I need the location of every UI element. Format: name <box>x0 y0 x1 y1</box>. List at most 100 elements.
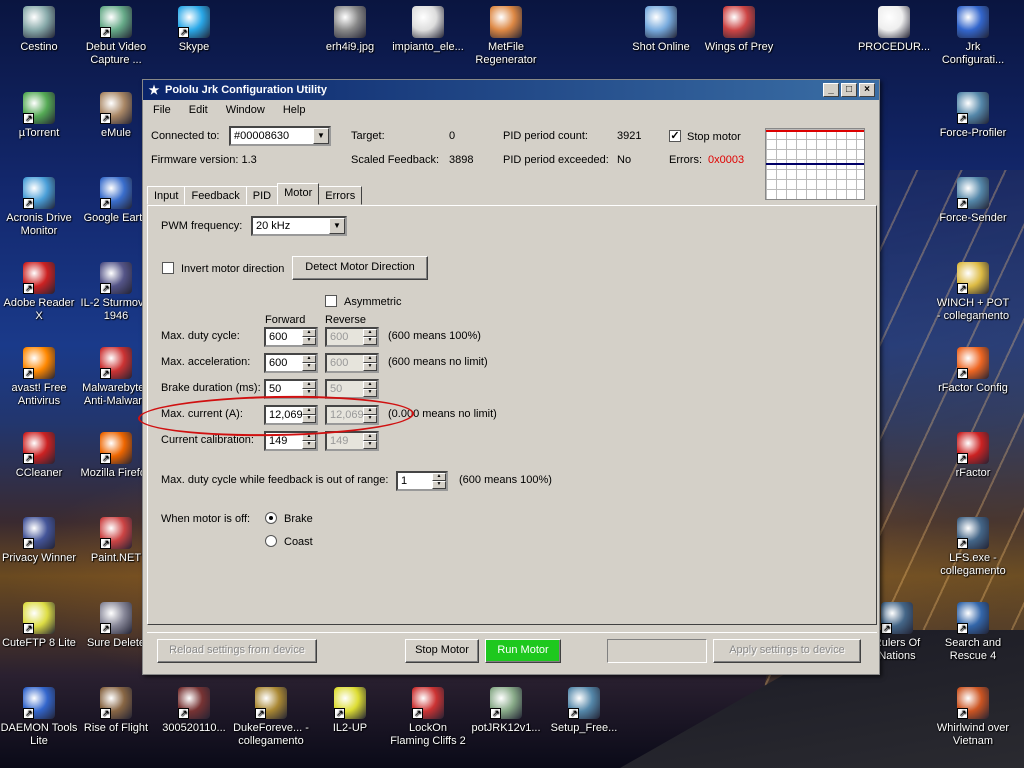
app-icon <box>490 6 522 38</box>
desktop-icon-potjrk12v1[interactable]: ↗ potJRK12v1... <box>467 687 545 735</box>
desktop-icon-force-profiler[interactable]: ↗ Force-Profiler <box>934 92 1012 140</box>
coast-radio[interactable] <box>265 535 277 547</box>
desktop-icon-avast-free-antivirus[interactable]: ↗ avast! Free Antivirus <box>0 347 78 408</box>
run-motor-button[interactable]: Run Motor <box>485 639 561 663</box>
brake-radio[interactable] <box>265 512 277 524</box>
desktop-icon-il2-up[interactable]: ↗ IL2-UP <box>311 687 389 735</box>
desktop-icon-cestino[interactable]: Cestino <box>0 6 78 54</box>
desktop-icon-skype[interactable]: ↗ Skype <box>155 6 233 54</box>
tab-pid[interactable]: PID <box>245 186 279 205</box>
desktop-icon-jrk-configurati[interactable]: Jrk Configurati... <box>934 6 1012 67</box>
motor-row-label: Max. acceleration: <box>161 356 251 368</box>
app-icon <box>957 6 989 38</box>
desktop-icon-debut-video-capture[interactable]: ↗ Debut Video Capture ... <box>77 6 155 67</box>
reload-settings-button[interactable]: Reload settings from device <box>157 639 317 663</box>
feedback-range-input[interactable]: 1 ▲ ▼ <box>396 471 448 491</box>
spinner-arrows[interactable]: ▲ ▼ <box>432 473 446 489</box>
desktop-icon-acronis-drive-monitor[interactable]: ↗ Acronis Drive Monitor <box>0 177 78 238</box>
desktop-icon-label: Search and Rescue 4 <box>944 637 1002 662</box>
shortcut-arrow-icon: ↗ <box>881 623 892 634</box>
menu-file[interactable]: File <box>153 104 171 116</box>
desktop-icon-privacy-winner[interactable]: ↗ Privacy Winner <box>0 517 78 565</box>
forward-header: Forward <box>265 314 306 326</box>
apply-settings-button[interactable]: Apply settings to device <box>713 639 861 663</box>
desktop-icon-label: Shot Online <box>632 41 690 53</box>
motor-reverse-input[interactable]: 149 ▲ ▼ <box>325 431 379 451</box>
spinner-arrows[interactable]: ▲ ▼ <box>363 355 377 371</box>
desktop-icon-label: rFactor <box>955 467 991 479</box>
shortcut-arrow-icon: ↗ <box>334 708 345 719</box>
spinner-arrows[interactable]: ▲ ▼ <box>302 329 316 345</box>
shortcut-arrow-icon: ↗ <box>100 538 111 549</box>
motor-forward-input[interactable]: 600 ▲ ▼ <box>264 353 318 373</box>
motor-reverse-input[interactable]: 600 ▲ ▼ <box>325 353 379 373</box>
menu-window[interactable]: Window <box>226 104 265 116</box>
desktop-icon-ccleaner[interactable]: ↗ CCleaner <box>0 432 78 480</box>
tab-input[interactable]: Input <box>147 186 186 205</box>
app-icon <box>645 6 677 38</box>
shortcut-arrow-icon: ↗ <box>100 623 111 634</box>
desktop-icon-force-sender[interactable]: ↗ Force-Sender <box>934 177 1012 225</box>
spinner-arrows[interactable]: ▲ ▼ <box>302 355 316 371</box>
spinner-arrows[interactable]: ▲ ▼ <box>302 433 316 449</box>
motor-forward-input[interactable]: 600 ▲ ▼ <box>264 327 318 347</box>
desktop-icon-winch-pot-collegamento[interactable]: ↗ WINCH + POT - collegamento <box>934 262 1012 323</box>
desktop-icon-daemon-tools-lite[interactable]: ↗ DAEMON Tools Lite <box>0 687 78 748</box>
app-icon <box>23 6 55 38</box>
minimize-button[interactable]: _ <box>823 83 839 97</box>
desktop-icon-rise-of-flight[interactable]: ↗ Rise of Flight <box>77 687 155 735</box>
app-icon: ↗ <box>23 347 55 379</box>
desktop-icon-lockon-flaming-cliffs-2[interactable]: ↗ LockOn Flaming Cliffs 2 <box>389 687 467 748</box>
desktop-icon-shot-online[interactable]: Shot Online <box>622 6 700 54</box>
invert-direction-checkbox[interactable] <box>162 262 174 274</box>
shortcut-arrow-icon: ↗ <box>490 708 501 719</box>
desktop-icon-rfactor-config[interactable]: ↗ rFactor Config <box>934 347 1012 395</box>
spinner-arrows[interactable]: ▲ ▼ <box>302 381 316 397</box>
detect-direction-button[interactable]: Detect Motor Direction <box>292 256 428 280</box>
desktop-icon-label: 300520110... <box>162 722 226 734</box>
desktop-icon-adobe-reader-x[interactable]: ↗ Adobe Reader X <box>0 262 78 323</box>
stop-motor-checkbox[interactable]: ✓ <box>669 130 681 142</box>
desktop-icon-dukeforeve-collegamento[interactable]: ↗ DukeForeve... - collegamento <box>232 687 310 748</box>
motor-reverse-value: 600 <box>330 357 349 369</box>
pwm-select[interactable]: 20 kHz ▼ <box>251 216 347 236</box>
device-select-value: #00008630 <box>234 130 290 142</box>
tab-motor[interactable]: Motor <box>277 183 320 205</box>
stop-motor-button[interactable]: Stop Motor <box>405 639 479 663</box>
desktop-icon-cuteftp-8-lite[interactable]: ↗ CuteFTP 8 Lite <box>0 602 78 650</box>
desktop-icon-label: avast! Free Antivirus <box>11 382 67 407</box>
menu-edit[interactable]: Edit <box>189 104 208 116</box>
asymmetric-checkbox[interactable] <box>325 295 337 307</box>
spinner-arrows[interactable]: ▲ ▼ <box>363 329 377 345</box>
spinner-arrows[interactable]: ▲ ▼ <box>363 433 377 449</box>
feedback-range-note: (600 means 100%) <box>459 474 552 486</box>
desktop-icon-procedur[interactable]: PROCEDUR... <box>855 6 933 54</box>
desktop-icon-300520110[interactable]: ↗ 300520110... <box>155 687 233 735</box>
tab-errors[interactable]: Errors <box>318 186 363 205</box>
desktop-icon-lfs-exe-collegamento[interactable]: ↗ LFS.exe - collegamento <box>934 517 1012 578</box>
app-icon: ↗ <box>100 262 132 294</box>
tab-feedback[interactable]: Feedback <box>184 186 247 205</box>
close-button[interactable]: × <box>859 83 875 97</box>
spinner-arrows[interactable]: ▲ ▼ <box>363 381 377 397</box>
desktop-icon-erh4i9-jpg[interactable]: erh4i9.jpg <box>311 6 389 54</box>
shortcut-arrow-icon: ↗ <box>100 113 111 124</box>
desktop-icon-torrent[interactable]: ↗ µTorrent <box>0 92 78 140</box>
chevron-down-icon[interactable]: ▼ <box>329 218 345 234</box>
chevron-down-icon[interactable]: ▼ <box>313 128 329 144</box>
desktop-icon-impianto-ele[interactable]: impianto_ele... <box>389 6 467 54</box>
app-icon: ↗ <box>957 517 989 549</box>
desktop-icon-wings-of-prey[interactable]: Wings of Prey <box>700 6 778 54</box>
desktop-icon-rfactor[interactable]: ↗ rFactor <box>934 432 1012 480</box>
motor-reverse-input[interactable]: 600 ▲ ▼ <box>325 327 379 347</box>
maximize-button[interactable]: □ <box>841 83 857 97</box>
desktop-icon-whirlwind-over-vietnam[interactable]: ↗ Whirlwind over Vietnam <box>934 687 1012 748</box>
device-select[interactable]: #00008630 ▼ <box>229 126 331 146</box>
desktop-icon-search-and-rescue-4[interactable]: ↗ Search and Rescue 4 <box>934 602 1012 663</box>
title-bar[interactable]: ★ Pololu Jrk Configuration Utility _ □ × <box>143 80 879 100</box>
pwm-select-value: 20 kHz <box>256 220 291 232</box>
desktop-icon-setup-free[interactable]: ↗ Setup_Free... <box>545 687 623 735</box>
shortcut-arrow-icon: ↗ <box>100 198 111 209</box>
menu-help[interactable]: Help <box>283 104 306 116</box>
desktop-icon-metfile-regenerator[interactable]: MetFile Regenerator <box>467 6 545 67</box>
